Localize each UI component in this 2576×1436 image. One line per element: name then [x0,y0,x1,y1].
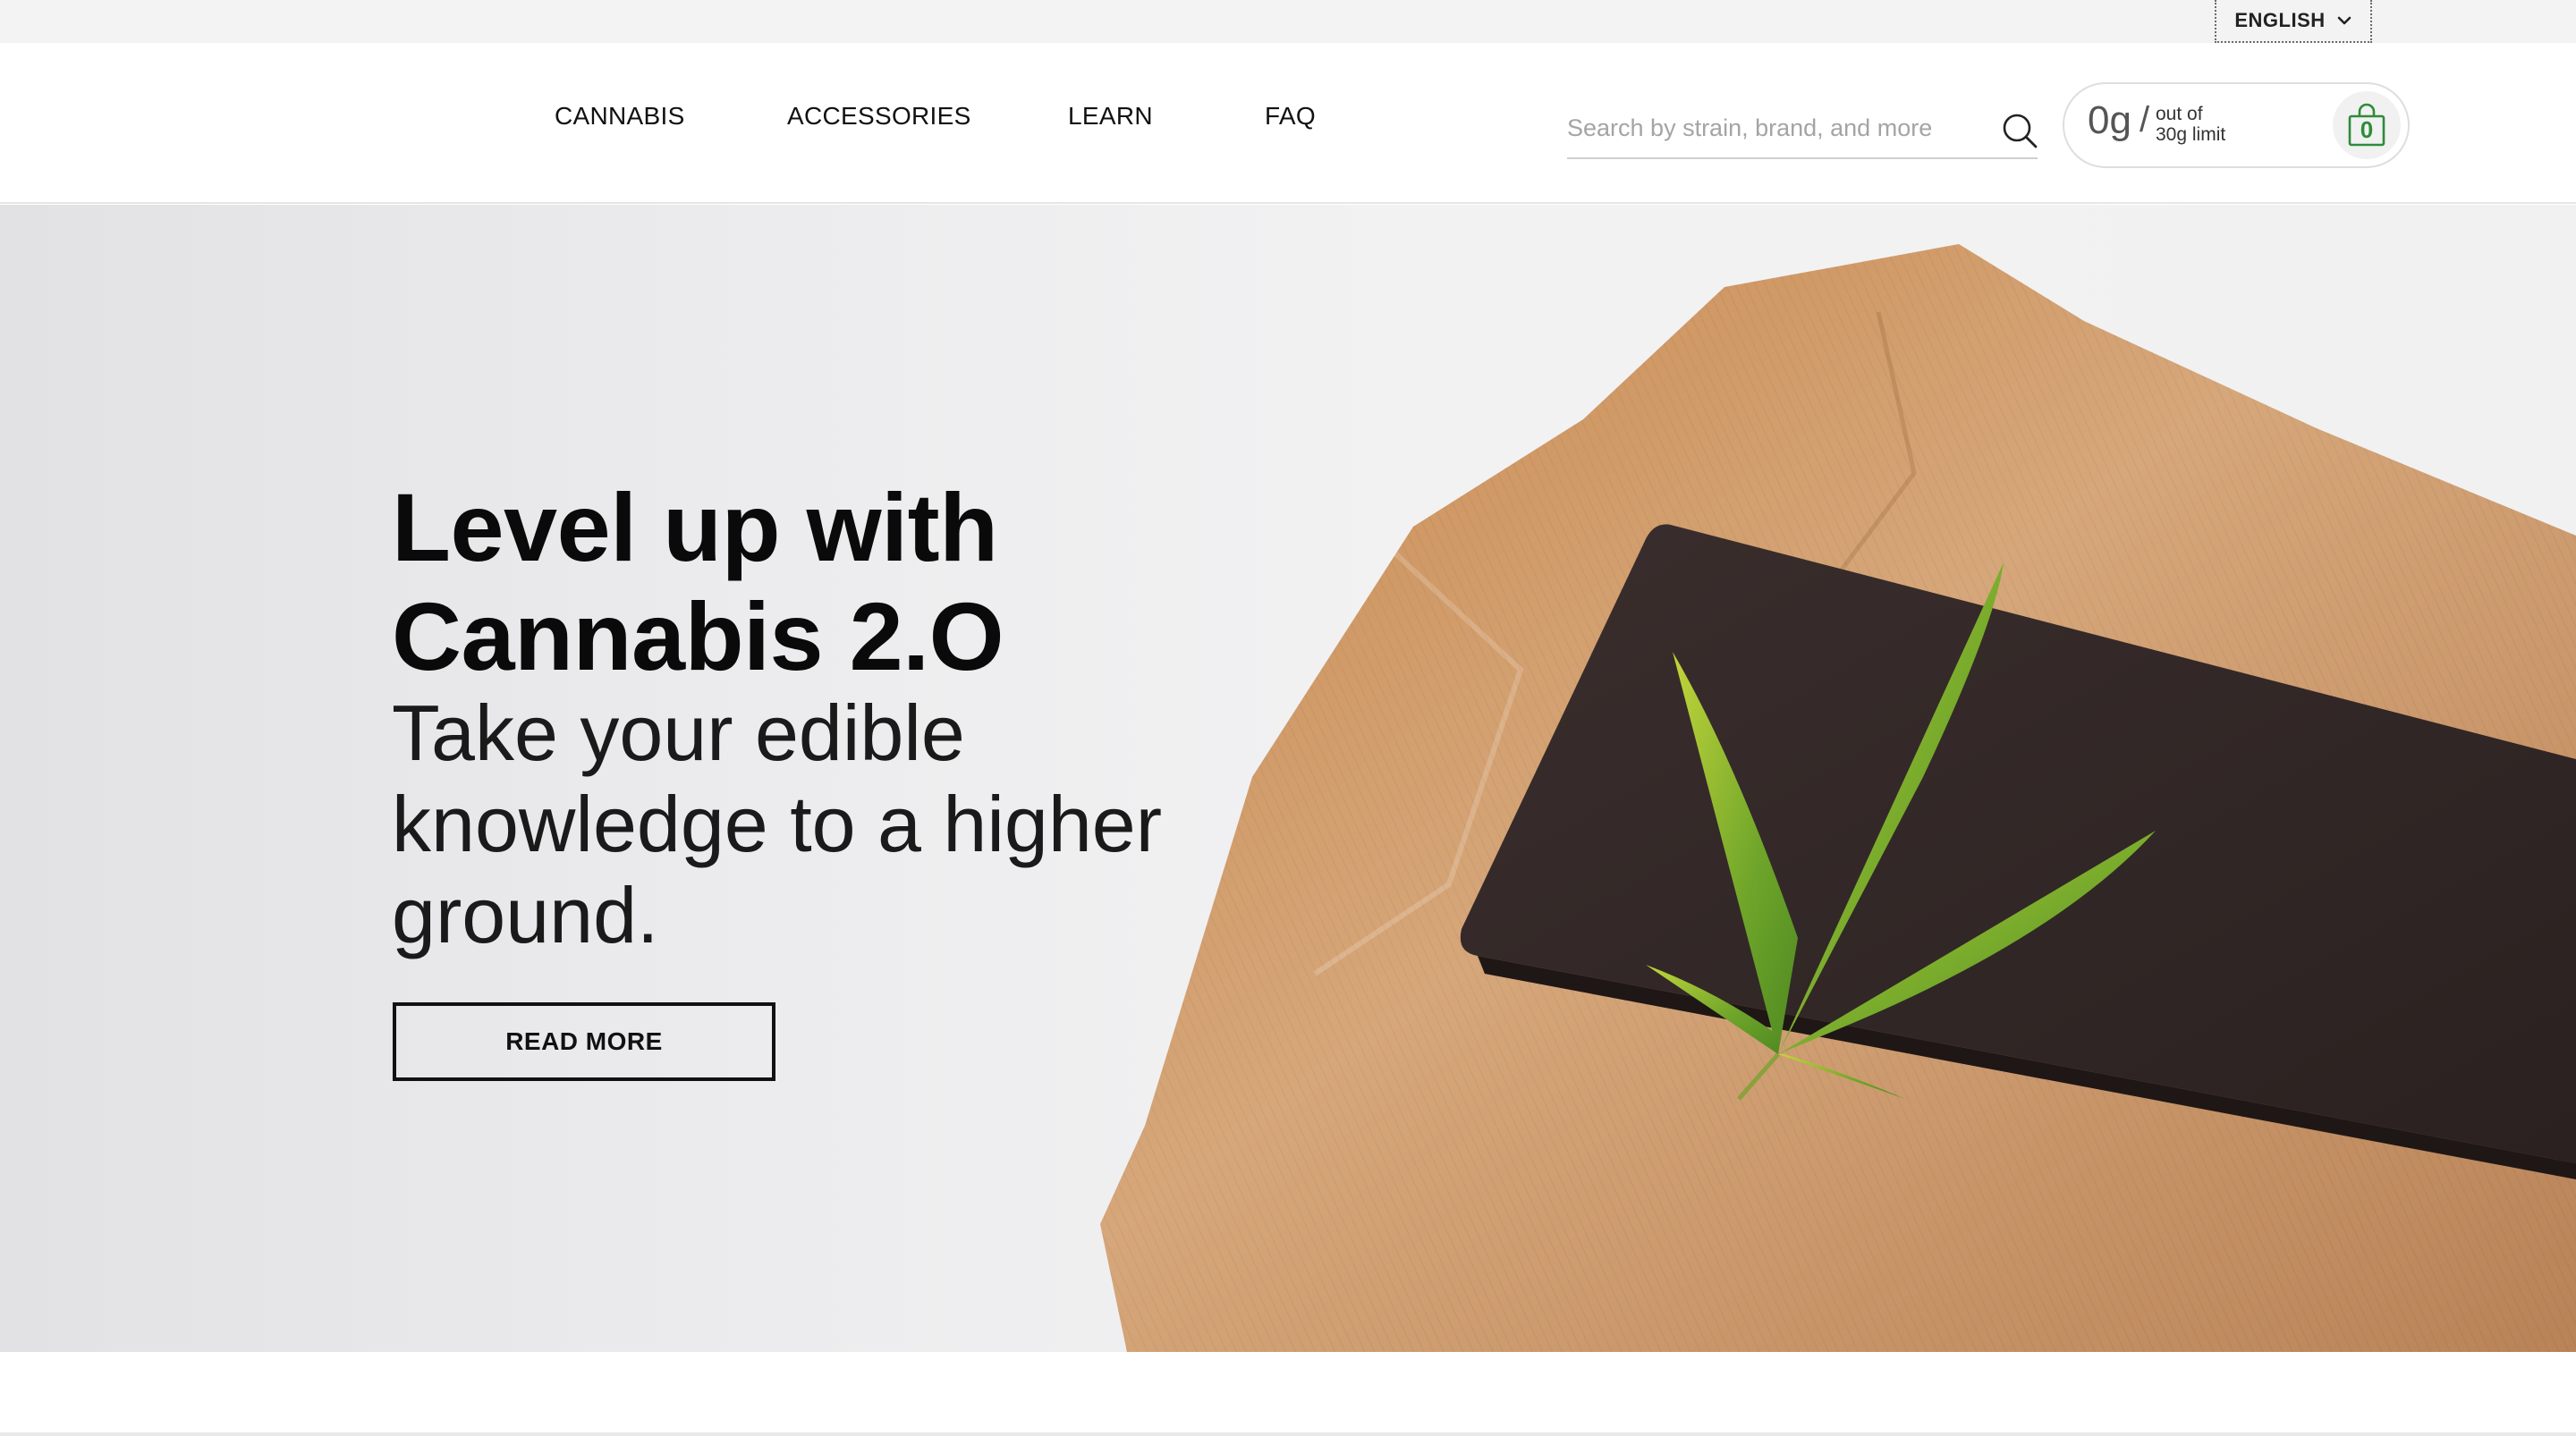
search-icon[interactable] [2000,111,2039,150]
nav-item-cannabis[interactable]: CANNABIS [555,102,685,131]
divider [0,1432,2576,1436]
content-area [0,1352,2576,1436]
hero-banner: Level up with Cannabis 2.O Take your edi… [0,205,2576,1352]
hero-image [1100,244,2576,1352]
cart-button[interactable]: 0 [2333,91,2401,159]
cart-separator: / [2140,100,2150,139]
nav-item-learn[interactable]: LEARN [1068,102,1153,131]
cart-limit-line1: out of [2156,104,2203,124]
nav-item-faq[interactable]: FAQ [1265,102,1316,131]
language-label: ENGLISH [2234,9,2326,31]
cart-limit-line2: 30g limit [2156,124,2226,145]
utility-bar: ENGLISH [0,0,2576,43]
language-selector[interactable]: ENGLISH [2215,0,2372,43]
hero-subheadline-line1: Take your edible [392,688,965,777]
chevron-down-icon [2337,16,2351,25]
hero-headline-line1: Level up with [392,473,998,581]
cart-limit-widget[interactable]: 0g / out of 30g limit 0 [2063,82,2410,168]
site-header: CANNABIS ACCESSORIES LEARN FAQ 0g / out … [0,43,2576,204]
hero-headline: Level up with Cannabis 2.O [392,473,1004,691]
read-more-button[interactable]: READ MORE [393,1002,775,1081]
hero-subheadline-line3: ground. [392,871,659,959]
hero-headline-line2: Cannabis 2.O [392,582,1004,690]
nav-item-accessories[interactable]: ACCESSORIES [787,102,971,131]
cart-limit-text: out of 30g limit [2156,104,2225,145]
cart-amount: 0g [2088,98,2131,142]
hero-subheadline: Take your edible knowledge to a higher g… [392,688,1197,961]
search-bar [1567,97,2038,159]
hero-subheadline-line2: knowledge to a higher [392,780,1163,868]
cart-count: 0 [2360,116,2374,143]
search-input[interactable] [1567,106,1979,150]
